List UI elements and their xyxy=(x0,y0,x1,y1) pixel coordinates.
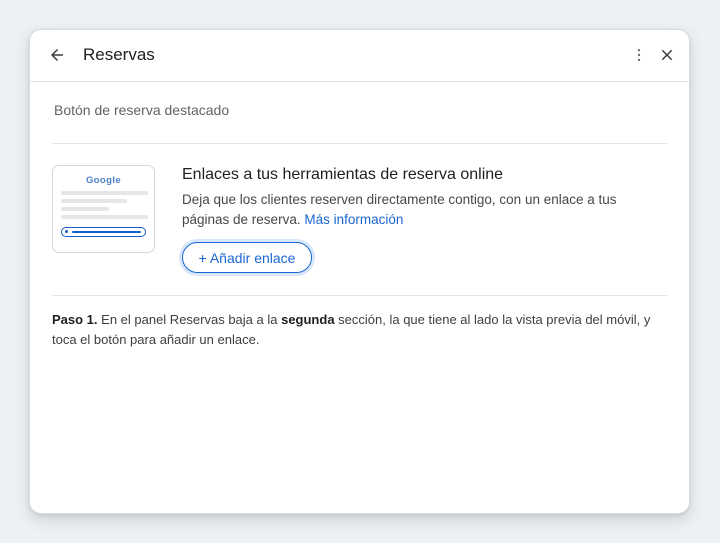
preview-dot xyxy=(65,230,68,233)
page-title: Reservas xyxy=(83,45,155,64)
placeholder-line xyxy=(61,215,148,219)
step-instructions: Paso 1. En el panel Reservas baja a la s… xyxy=(52,310,667,349)
placeholder-line xyxy=(61,191,148,195)
more-options-button[interactable] xyxy=(628,44,650,66)
preview-bar xyxy=(72,230,141,233)
more-info-link[interactable]: Más información xyxy=(304,212,403,227)
more-vert-icon xyxy=(637,49,641,61)
card-description: Deja que los clientes reserven directame… xyxy=(182,190,652,229)
arrow-back-icon xyxy=(51,49,63,61)
placeholder-line xyxy=(61,207,109,211)
step-number: Paso 1. xyxy=(52,312,98,327)
placeholder-line xyxy=(61,199,127,203)
divider xyxy=(52,295,667,296)
close-icon xyxy=(661,49,673,61)
reservations-panel: Reservas Botón de reserva destacado Goog… xyxy=(29,29,690,514)
add-link-button[interactable]: + Añadir enlace xyxy=(182,242,312,273)
google-logo-text: Google xyxy=(85,175,122,186)
close-button[interactable] xyxy=(656,44,678,66)
step-bold-word: segunda xyxy=(281,312,335,327)
card-heading: Enlaces a tus herramientas de reserva on… xyxy=(182,166,504,183)
back-button[interactable] xyxy=(44,42,70,68)
section-title: Botón de reserva destacado xyxy=(54,102,230,118)
panel-header: Reservas xyxy=(30,30,689,82)
search-preview-thumbnail: Google xyxy=(52,165,155,253)
step-text-start: En el panel Reservas baja a la xyxy=(97,312,282,327)
preview-booking-button xyxy=(61,227,146,237)
divider xyxy=(52,143,667,144)
